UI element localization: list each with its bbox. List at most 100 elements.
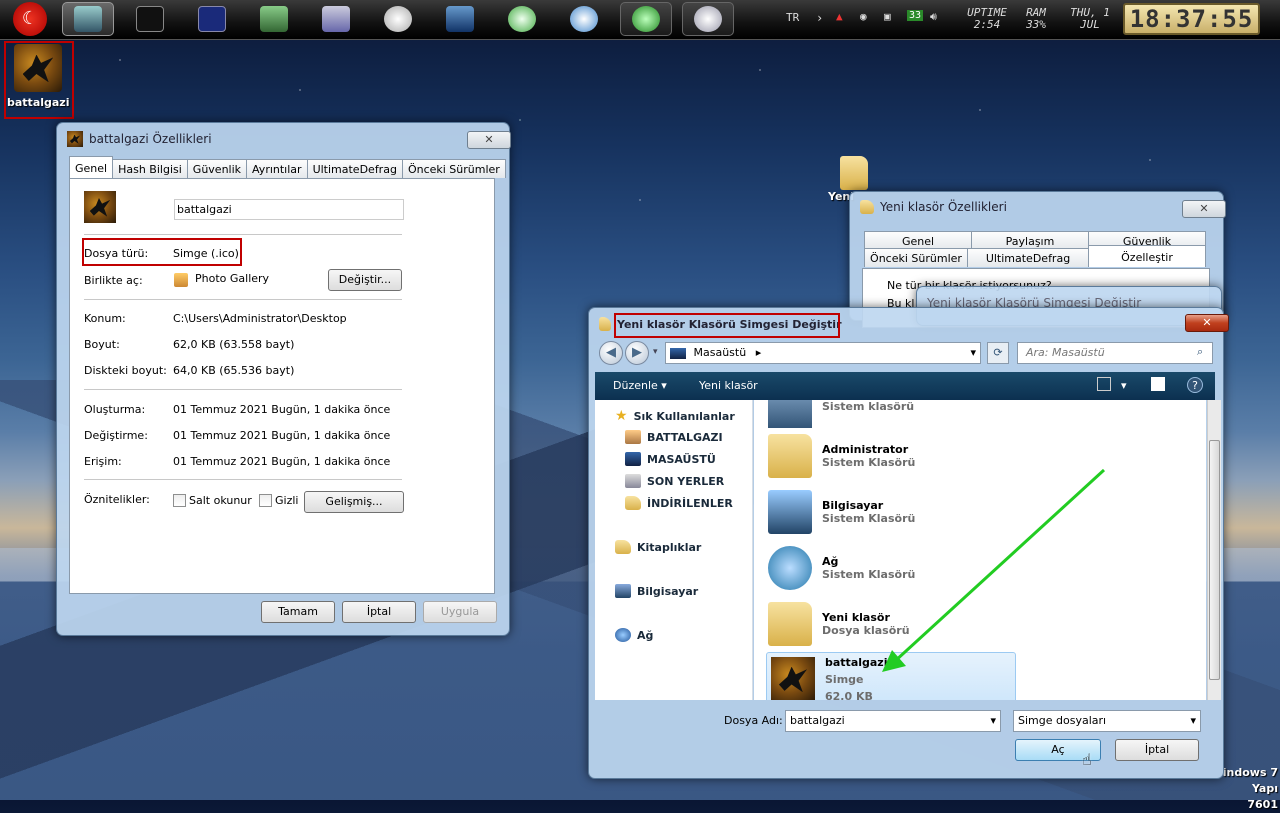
monitor-icon [74,6,102,32]
nav-computer[interactable]: Bilgisayar [615,584,698,598]
nav-label: SON YERLER [647,474,725,488]
chevron-down-icon[interactable]: ▾ [970,343,976,363]
size-value: 62,0 KB (63.558 bayt) [173,338,295,351]
device-icon[interactable]: ▣ [884,10,891,23]
created-label: Oluşturma: [84,403,146,416]
search-input[interactable]: Ara: Masaüstü [1017,342,1213,364]
tab-row-2: Önceki Sürümler UltimateDefrag Özelleşti… [864,245,1206,267]
preview-pane-icon[interactable] [1151,377,1165,391]
taskbar-calculator[interactable] [186,2,238,36]
libraries-icon [615,540,631,554]
disk-size-label: Diskteki boyut: [84,364,167,377]
tab-ultimatedefrag[interactable]: UltimateDefrag [967,248,1089,267]
tab-ultimatedefrag[interactable]: UltimateDefrag [306,159,403,178]
nav-item-masaustu[interactable]: MASAÜSTÜ [625,452,716,466]
record-icon[interactable]: ◉ [860,10,867,23]
separator [84,299,402,300]
help-icon[interactable]: ? [1187,377,1203,393]
disk-size-value: 64,0 KB (65.536 bayt) [173,364,295,377]
digital-clock[interactable]: 18:37:55 [1123,3,1260,35]
desktop-icon [625,452,641,466]
cancel-button[interactable]: İptal [1115,739,1199,761]
taskbar-window[interactable] [310,2,362,36]
forward-button[interactable]: ▶ [625,341,649,365]
refresh-icon[interactable]: ⟳ [987,342,1009,364]
organize-button[interactable]: Düzenle ▾ [613,379,667,392]
desktop-icon [670,347,686,359]
start-button[interactable]: ☾ [4,2,56,36]
watermark-line1: indows 7 [1222,766,1278,779]
vertical-scrollbar[interactable] [1207,400,1221,700]
chevron-down-icon[interactable]: ▾ [1121,379,1127,392]
antivirus-icon[interactable]: ▲ [836,10,843,23]
uptime-widget: UPTIME 2:54 [962,7,1012,31]
mail-icon [570,6,598,32]
taskbar-key[interactable] [496,2,548,36]
chevron-down-icon[interactable]: ▾ [653,347,658,357]
nav-favorites[interactable]: ★ Sık Kullanılanlar [615,408,735,424]
taskbar-cmd[interactable] [124,2,176,36]
close-button[interactable]: ✕ [467,131,511,149]
readonly-checkbox[interactable] [173,494,186,507]
tab-genel[interactable]: Genel [69,156,114,178]
close-button[interactable]: ✕ [1182,200,1226,218]
cancel-button[interactable]: İptal [342,601,416,623]
network-monitor-icon [260,6,288,32]
nav-network[interactable]: Ağ [615,628,653,642]
advanced-button[interactable]: Gelişmiş... [304,491,404,513]
user-folder-icon [625,430,641,444]
taskbar-computer[interactable] [62,2,114,36]
navigation-pane: ★ Sık Kullanılanlar BATTALGAZI MASAÜSTÜ S… [595,400,753,700]
nav-libraries[interactable]: Kitaplıklar [615,540,701,554]
filename-label: Dosya Adı: [724,714,783,727]
ok-button[interactable]: Tamam [261,601,335,623]
taskbar-gauge[interactable] [372,2,424,36]
change-button[interactable]: Değiştir... [328,269,402,291]
chevron-right-icon[interactable]: › [816,11,823,25]
file-type-filter[interactable]: Simge dosyaları [1013,710,1201,732]
volume-icon[interactable]: 🔊︎ [930,10,937,24]
taskbar-monitor[interactable] [434,2,486,36]
nav-item-battalgazi[interactable]: BATTALGAZI [625,430,723,444]
tab-ozellestir[interactable]: Özelleştir [1088,245,1206,267]
chevron-right-icon[interactable]: ▸ [756,346,762,359]
ram-widget: RAM 33% [1020,7,1052,31]
close-button[interactable]: ✕ [1185,314,1229,332]
filename-input[interactable]: battalgazi [785,710,1001,732]
taskbar-globe[interactable] [620,2,672,36]
globe-arrow-icon [632,6,660,32]
back-button[interactable]: ◀ [599,341,623,365]
command-bar: Düzenle ▾ Yeni klasör ▾ ? [595,372,1215,400]
modified-label: Değiştirme: [84,429,148,442]
tab-onceki[interactable]: Önceki Sürümler [864,248,968,267]
tray-badge[interactable]: 33 [907,10,924,21]
apply-button[interactable]: Uygula [423,601,497,623]
tab-onceki[interactable]: Önceki Sürümler [401,159,506,178]
highlight-box [82,238,242,266]
network-icon [615,628,631,642]
folder-icon [860,200,874,214]
readonly-label: Salt okunur [189,494,252,507]
hidden-checkbox[interactable] [259,494,272,507]
separator [84,479,402,480]
window-title: Yeni klasör Özellikleri [860,200,1007,214]
name-field[interactable]: battalgazi [174,199,404,220]
recent-places-icon [625,474,641,488]
search-icon[interactable]: ⌕ [1197,345,1203,359]
tab-hash[interactable]: Hash Bilgisi [112,159,188,178]
views-icon[interactable] [1097,377,1111,391]
address-bar[interactable]: Masaüstü ▸ ▾ [665,342,981,364]
tab-guvenlik[interactable]: Güvenlik [186,159,248,178]
taskbar-network[interactable] [248,2,300,36]
scrollbar-thumb[interactable] [1209,440,1220,680]
tab-ayrintilar[interactable]: Ayrıntılar [246,159,308,178]
taskbar-moon[interactable] [682,2,734,36]
change-icon-dialog: Yeni klasör Klasörü Simgesi Değiştir ✕ ◀… [588,307,1229,779]
attributes-label: Öznitelikler: [84,493,150,506]
language-indicator[interactable]: TR [786,11,799,24]
nav-item-son-yerler[interactable]: SON YERLER [625,474,724,488]
nav-item-indirilenler[interactable]: İNDİRİLENLER [625,496,733,510]
folder-icon [599,317,611,331]
taskbar-mail[interactable] [558,2,610,36]
new-folder-button[interactable]: Yeni klasör [699,379,758,392]
